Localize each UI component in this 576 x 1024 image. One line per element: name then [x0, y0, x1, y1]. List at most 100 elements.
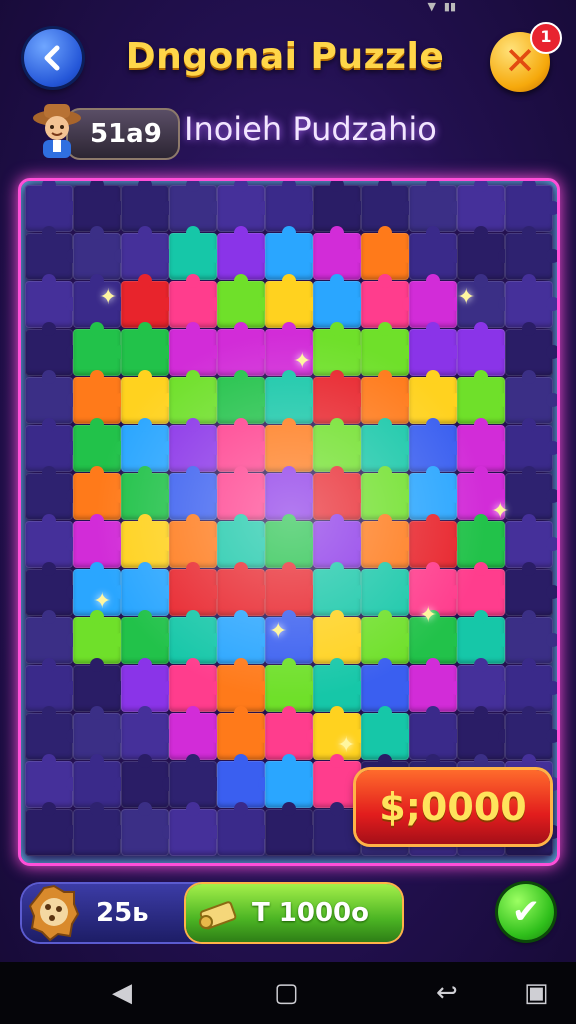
puzzle-piece[interactable]	[313, 322, 368, 376]
puzzle-piece[interactable]	[409, 322, 464, 376]
puzzle-piece[interactable]	[169, 418, 224, 472]
puzzle-piece[interactable]	[313, 370, 368, 424]
puzzle-piece[interactable]	[121, 226, 176, 280]
puzzle-piece[interactable]	[457, 322, 512, 376]
puzzle-piece[interactable]	[265, 370, 320, 424]
puzzle-piece[interactable]	[25, 466, 80, 520]
puzzle-piece[interactable]	[457, 514, 512, 568]
puzzle-piece[interactable]	[121, 514, 176, 568]
puzzle-piece[interactable]	[25, 370, 80, 424]
puzzle-piece[interactable]	[217, 610, 272, 664]
puzzle-piece[interactable]	[217, 754, 272, 808]
puzzle-board[interactable]: ✦ ✦ ✦ ✦ ✦ ✦ ✦ ✦	[18, 178, 560, 866]
puzzle-piece[interactable]	[409, 706, 464, 760]
puzzle-piece[interactable]	[361, 562, 416, 616]
puzzle-piece[interactable]	[265, 181, 320, 232]
puzzle-piece[interactable]	[217, 514, 272, 568]
puzzle-piece[interactable]	[169, 658, 224, 712]
puzzle-piece[interactable]	[169, 226, 224, 280]
puzzle-piece[interactable]	[313, 562, 368, 616]
puzzle-piece[interactable]	[409, 514, 464, 568]
puzzle-piece[interactable]	[73, 322, 128, 376]
puzzle-piece[interactable]	[361, 514, 416, 568]
back-button[interactable]	[24, 29, 82, 87]
puzzle-piece[interactable]	[457, 370, 512, 424]
puzzle-piece[interactable]	[361, 610, 416, 664]
puzzle-piece[interactable]	[73, 370, 128, 424]
puzzle-piece[interactable]	[25, 514, 80, 568]
puzzle-piece[interactable]	[217, 226, 272, 280]
puzzle-piece[interactable]	[121, 418, 176, 472]
puzzle-piece[interactable]	[169, 514, 224, 568]
puzzle-piece[interactable]	[217, 562, 272, 616]
puzzle-piece[interactable]	[409, 181, 464, 232]
puzzle-piece[interactable]	[265, 802, 320, 856]
nav-menu-icon[interactable]: ▣	[524, 962, 549, 1024]
puzzle-piece[interactable]	[73, 706, 128, 760]
puzzle-piece[interactable]	[121, 562, 176, 616]
puzzle-piece[interactable]	[169, 562, 224, 616]
puzzle-piece[interactable]	[505, 562, 557, 616]
puzzle-piece[interactable]	[121, 181, 176, 232]
puzzle-piece[interactable]	[217, 370, 272, 424]
puzzle-piece[interactable]	[169, 802, 224, 856]
puzzle-piece[interactable]	[169, 181, 224, 232]
puzzle-piece[interactable]	[25, 418, 80, 472]
puzzle-piece[interactable]	[409, 658, 464, 712]
puzzle-piece[interactable]	[409, 418, 464, 472]
puzzle-piece[interactable]	[457, 562, 512, 616]
puzzle-piece[interactable]	[25, 754, 80, 808]
prize-button[interactable]: $;0000	[356, 770, 550, 844]
puzzle-piece[interactable]	[505, 181, 557, 232]
puzzle-piece[interactable]	[361, 466, 416, 520]
puzzle-piece[interactable]	[265, 706, 320, 760]
puzzle-piece[interactable]	[505, 322, 557, 376]
puzzle-piece[interactable]	[457, 181, 512, 232]
puzzle-piece[interactable]	[361, 418, 416, 472]
puzzle-piece[interactable]	[505, 514, 557, 568]
puzzle-piece[interactable]	[217, 418, 272, 472]
puzzle-piece[interactable]	[217, 181, 272, 232]
puzzle-piece[interactable]	[217, 706, 272, 760]
puzzle-piece[interactable]	[73, 802, 128, 856]
puzzle-piece[interactable]	[121, 322, 176, 376]
puzzle-piece[interactable]	[505, 466, 557, 520]
puzzle-piece[interactable]	[121, 370, 176, 424]
puzzle-piece[interactable]	[217, 274, 272, 328]
puzzle-piece[interactable]	[361, 658, 416, 712]
puzzle-piece[interactable]	[25, 610, 80, 664]
puzzle-piece[interactable]	[313, 802, 368, 856]
puzzle-piece[interactable]	[265, 658, 320, 712]
puzzle-piece[interactable]	[409, 274, 464, 328]
puzzle-piece[interactable]	[457, 226, 512, 280]
puzzle-piece[interactable]	[73, 226, 128, 280]
confirm-button[interactable]: ✔	[498, 884, 554, 940]
puzzle-piece[interactable]	[121, 706, 176, 760]
puzzle-piece[interactable]	[169, 370, 224, 424]
puzzle-piece[interactable]	[313, 181, 368, 232]
puzzle-piece[interactable]	[169, 706, 224, 760]
puzzle-piece[interactable]	[361, 706, 416, 760]
puzzle-piece[interactable]	[169, 322, 224, 376]
puzzle-piece[interactable]	[409, 226, 464, 280]
puzzle-piece[interactable]	[409, 466, 464, 520]
nav-recents-icon[interactable]: ↩	[436, 962, 458, 1024]
puzzle-piece[interactable]	[313, 226, 368, 280]
puzzle-piece[interactable]	[457, 610, 512, 664]
puzzle-piece[interactable]	[361, 226, 416, 280]
puzzle-piece[interactable]	[169, 466, 224, 520]
puzzle-piece[interactable]	[217, 658, 272, 712]
puzzle-piece[interactable]	[73, 466, 128, 520]
puzzle-piece[interactable]	[265, 514, 320, 568]
puzzle-piece[interactable]	[25, 181, 80, 232]
puzzle-piece[interactable]	[217, 466, 272, 520]
puzzle-piece[interactable]	[457, 706, 512, 760]
puzzle-piece[interactable]	[121, 466, 176, 520]
nav-home-icon[interactable]: ▢	[274, 962, 299, 1024]
puzzle-piece[interactable]	[25, 802, 80, 856]
puzzle-piece[interactable]	[313, 274, 368, 328]
puzzle-piece[interactable]	[505, 610, 557, 664]
puzzle-piece[interactable]	[265, 754, 320, 808]
puzzle-piece[interactable]	[313, 754, 368, 808]
puzzle-piece[interactable]	[217, 802, 272, 856]
